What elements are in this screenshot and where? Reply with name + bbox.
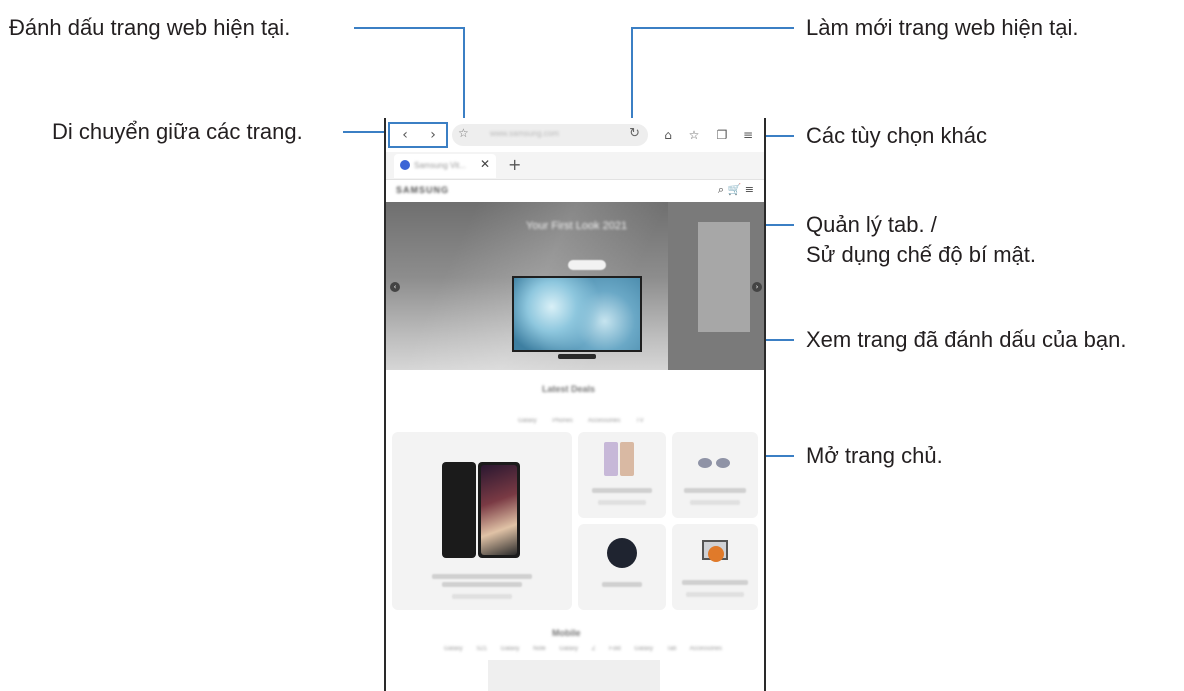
tablet-screen: ‹ › ☆ www.samsung.com ↻ ⌂ ☆ ❐ ≡ Samsung … <box>384 118 766 691</box>
leader-refresh <box>631 27 794 132</box>
deals-category-tabs[interactable]: Galaxy Phones Accessories TV <box>518 418 644 424</box>
menu-icon[interactable]: ≡ <box>739 126 757 144</box>
callout-tab-manager-line2: Sử dụng chế độ bí mật. <box>806 242 1036 267</box>
tab-strip: Samsung Vit... ✕ + <box>386 152 764 180</box>
chevron-left-icon: ‹ <box>402 127 408 143</box>
carousel-prev-icon[interactable]: ‹ <box>390 282 400 292</box>
deal-card-tag[interactable] <box>578 524 666 610</box>
hero-title: Your First Look 2021 <box>526 220 628 232</box>
browser-toolbar: ‹ › ☆ www.samsung.com ↻ ⌂ ☆ ❐ ≡ <box>386 118 764 152</box>
deal-card-buds[interactable] <box>672 432 758 518</box>
cart-menu-icons[interactable]: ⌕ 🛒 ≡ <box>718 183 754 197</box>
callout-open-home: Mở trang chủ. <box>806 443 943 468</box>
bookmarks-star-icon[interactable]: ☆ <box>685 126 703 144</box>
callout-more-options: Các tùy chọn khác <box>806 123 987 148</box>
url-text: www.samsung.com <box>490 129 559 138</box>
site-header: SAMSUNG ⌕ 🛒 ≡ <box>386 180 764 202</box>
callout-navigate: Di chuyển giữa các trang. <box>52 119 303 144</box>
mobile-category-tabs[interactable]: Galaxy S21 Galaxy Note Galaxy Z Fold Gal… <box>444 646 722 652</box>
site-logo: SAMSUNG <box>396 185 450 195</box>
deal-card-bundle[interactable] <box>672 524 758 610</box>
tab-title: Samsung Vit... <box>414 161 466 170</box>
callout-tab-manager-line1: Quản lý tab. / <box>806 212 937 237</box>
hero-cta-button[interactable] <box>568 260 606 270</box>
carousel-next-icon[interactable]: › <box>752 282 762 292</box>
chevron-right-icon: › <box>430 127 436 143</box>
mobile-heading: Mobile <box>552 628 581 638</box>
leader-bookmark-current <box>354 27 465 132</box>
hero-side-frame <box>698 222 750 332</box>
forward-button[interactable]: › <box>419 124 447 146</box>
add-bookmark-star-icon[interactable]: ☆ <box>458 126 469 140</box>
address-bar[interactable]: ☆ www.samsung.com ↻ <box>452 124 648 146</box>
browser-tab[interactable]: Samsung Vit... ✕ <box>394 154 496 178</box>
favicon-icon <box>400 160 410 170</box>
tv-stand <box>558 354 596 359</box>
tabs-icon[interactable]: ❐ <box>713 126 731 144</box>
deals-heading: Latest Deals <box>542 384 596 394</box>
back-button[interactable]: ‹ <box>391 124 419 146</box>
mobile-product-image <box>488 660 660 691</box>
phone-image-back <box>442 462 476 558</box>
page-content: Latest Deals Galaxy Phones Accessories T… <box>386 370 764 691</box>
close-icon[interactable]: ✕ <box>480 157 490 171</box>
refresh-icon[interactable]: ↻ <box>629 126 640 141</box>
deal-card-large[interactable] <box>392 432 572 610</box>
deal-card-phones[interactable] <box>578 432 666 518</box>
new-tab-plus-icon[interactable]: + <box>508 155 521 174</box>
callout-refresh: Làm mới trang web hiện tại. <box>806 15 1079 40</box>
hero-banner[interactable]: Your First Look 2021 ‹ › <box>386 202 764 370</box>
phone-image-front <box>478 462 520 558</box>
nav-buttons-highlight: ‹ › <box>388 122 448 148</box>
home-icon[interactable]: ⌂ <box>659 126 677 144</box>
callout-bookmark-current: Đánh dấu trang web hiện tại. <box>9 15 291 40</box>
tv-image <box>512 276 642 352</box>
callout-view-bookmarks: Xem trang đã đánh dấu của bạn. <box>806 327 1127 352</box>
